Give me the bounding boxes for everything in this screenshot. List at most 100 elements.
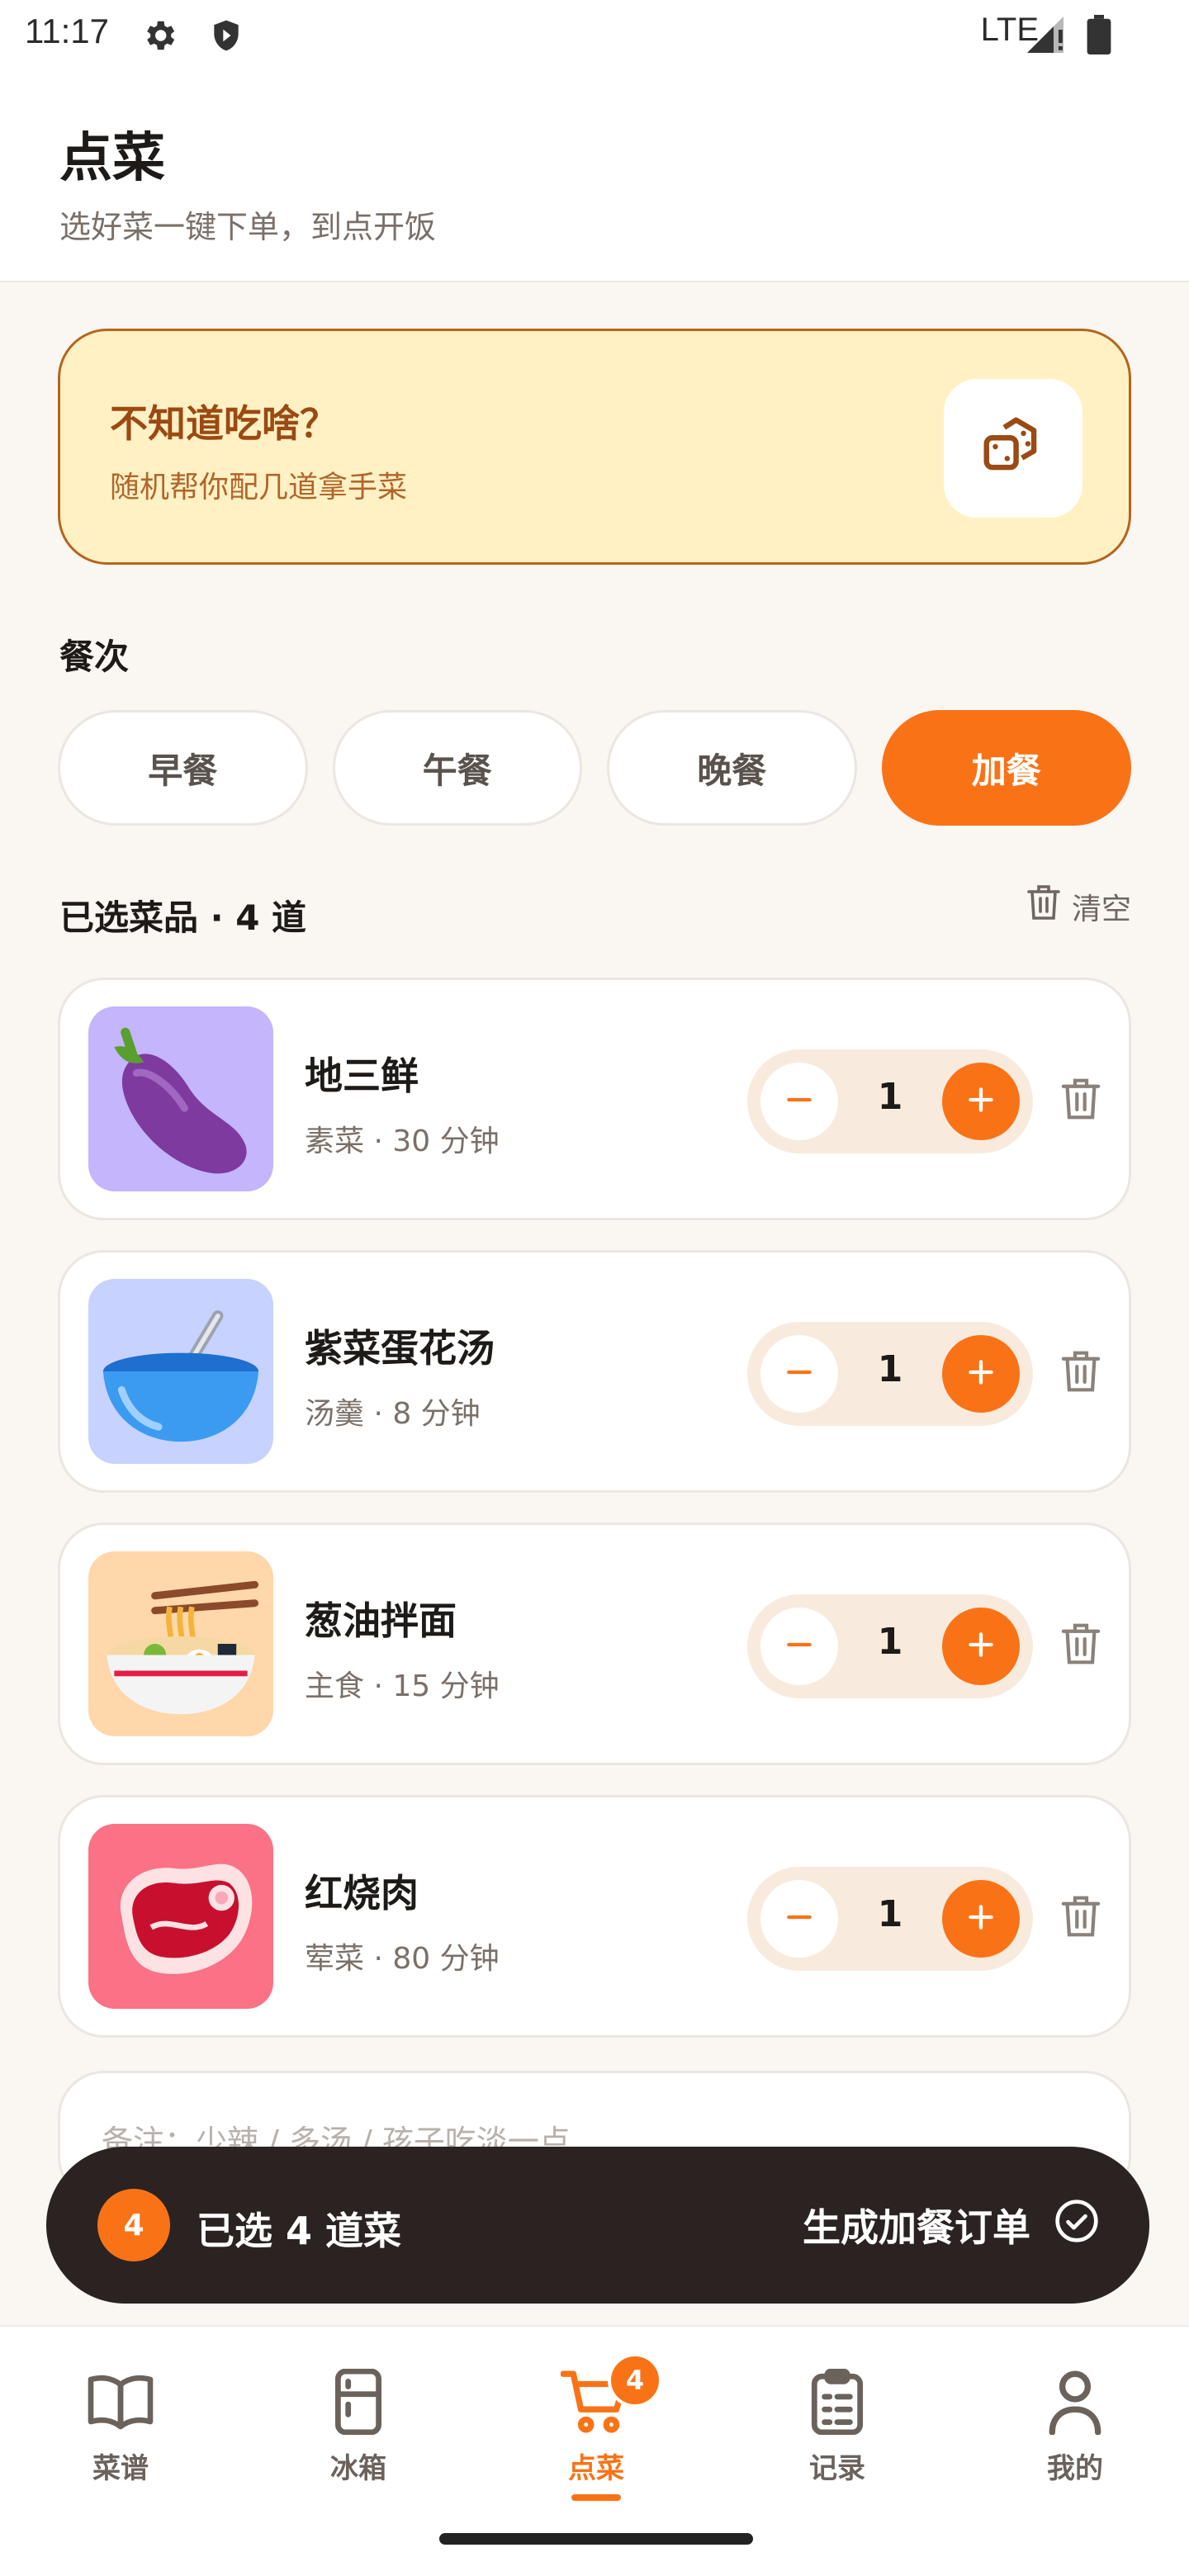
trash-icon [1061,1894,1101,1942]
meal-selector: 早餐 午餐 晚餐 加餐 [58,710,1131,826]
status-bar: 11:17 LTE [0,0,1189,69]
increase-button[interactable] [942,1880,1020,1958]
dish-meta: 主食 · 15 分钟 [305,1669,500,1703]
dish-card: 紫菜蛋花汤 汤羹 · 8 分钟 1 [58,1250,1131,1493]
dish-meta: 素菜 · 30 分钟 [305,1125,500,1158]
check-circle-icon [1054,2198,1100,2253]
meal-option-lunch[interactable]: 午餐 [332,710,582,826]
home-indicator[interactable] [439,2533,753,2545]
decrease-button[interactable] [760,1880,838,1958]
decrease-button[interactable] [760,1335,838,1413]
dish-name: 红烧肉 [305,1871,419,1915]
dish-thumbnail [88,1279,273,1464]
nav-label: 记录 [809,2452,865,2485]
nav-label: 点菜 [568,2452,624,2485]
status-time: 11:17 [25,12,109,50]
meal-option-breakfast[interactable]: 早餐 [58,710,308,826]
dish-thumbnail [88,1824,273,2009]
decrease-button[interactable] [760,1608,838,1685]
active-indicator [571,2494,621,2501]
nav-item-order[interactable]: 4 点菜 [505,2353,687,2501]
trash-icon [1061,1349,1101,1397]
random-suggestion-card[interactable]: 不知道吃啥？ 随机帮你配几道拿手菜 [58,329,1131,565]
fridge-icon [268,2365,449,2439]
plus-icon [966,1902,996,1935]
dish-card: 葱油拌面 主食 · 15 分钟 1 [58,1522,1131,1765]
remove-dish-button[interactable] [1056,1893,1106,1943]
increase-button[interactable] [942,1335,1020,1413]
dice-icon [978,411,1049,485]
clear-label: 清空 [1071,892,1131,926]
noodle-bowl-icon [88,1580,273,1736]
cart-icon: 4 [505,2353,687,2439]
page-title: 点菜 [59,128,165,189]
nav-label: 我的 [1047,2452,1103,2485]
battery-icon [1087,15,1111,58]
dish-meta: 荤菜 · 80 分钟 [305,1942,500,1976]
nav-label: 菜谱 [92,2452,149,2485]
selected-dishes-title: 已选菜品 · 4 道 [59,897,307,938]
quantity-value: 1 [877,1893,903,1935]
eggplant-icon [88,1027,273,1191]
page-header: 点菜 选好菜一键下单，到点开饭 [0,69,1189,282]
plus-icon [966,1357,996,1390]
quantity-stepper: 1 [747,1594,1033,1698]
order-bar: 4 已选 4 道菜 生成加餐订单 [46,2147,1149,2304]
plus-icon [966,1630,996,1663]
quantity-stepper: 1 [747,1322,1033,1426]
quantity-value: 1 [877,1348,903,1390]
meat-icon [88,1863,273,2009]
meal-option-snack[interactable]: 加餐 [881,710,1131,826]
dish-meta: 汤羹 · 8 分钟 [305,1397,481,1431]
clear-button[interactable]: 清空 [1027,883,1131,929]
remove-dish-button[interactable] [1056,1348,1106,1398]
meal-option-dinner[interactable]: 晚餐 [607,710,857,826]
page-subtitle: 选好菜一键下单，到点开饭 [59,209,437,245]
plus-icon [966,1085,996,1118]
nav-item-profile[interactable]: 我的 [984,2365,1166,2486]
book-icon [30,2365,211,2439]
nav-item-fridge[interactable]: 冰箱 [268,2365,449,2486]
trash-icon [1061,1622,1101,1669]
minus-icon [784,1630,814,1663]
increase-button[interactable] [942,1063,1020,1140]
nav-label: 冰箱 [330,2452,386,2485]
settings-gear-icon [140,17,178,58]
dish-name: 紫菜蛋花汤 [305,1326,495,1371]
user-icon [984,2365,1166,2439]
dish-thumbnail [88,1551,273,1736]
trash-icon [1027,883,1060,929]
clipboard-icon [746,2365,928,2439]
trash-icon [1061,1077,1101,1125]
soup-bowl-icon [88,1310,273,1464]
quantity-stepper: 1 [747,1049,1033,1153]
quantity-value: 1 [877,1621,903,1663]
generate-order-button[interactable]: 生成加餐订单 [803,2188,1100,2262]
shield-icon [208,17,244,58]
meal-section-label: 餐次 [59,637,130,677]
minus-icon [784,1902,814,1935]
random-card-title: 不知道吃啥？ [110,401,338,446]
signal-icon [1027,17,1067,56]
increase-button[interactable] [942,1608,1020,1685]
nav-item-records[interactable]: 记录 [746,2365,928,2486]
minus-icon [784,1357,814,1390]
dish-card: 地三鲜 素菜 · 30 分钟 1 [58,978,1131,1220]
decrease-button[interactable] [760,1063,838,1140]
cart-badge: 4 [608,2353,662,2408]
quantity-value: 1 [877,1076,903,1118]
nav-item-recipes[interactable]: 菜谱 [30,2365,211,2486]
dish-name: 地三鲜 [305,1054,419,1098]
generate-order-label: 生成加餐订单 [803,2205,1030,2250]
selected-count-badge: 4 [97,2189,170,2261]
minus-icon [784,1085,814,1118]
dish-card: 红烧肉 荤菜 · 80 分钟 1 [58,1795,1131,2038]
dish-name: 葱油拌面 [305,1598,457,1643]
order-summary: 已选 4 道菜 [197,2209,402,2253]
remove-dish-button[interactable] [1056,1076,1106,1125]
random-dice-button[interactable] [944,379,1082,518]
quantity-stepper: 1 [747,1867,1033,1971]
random-card-subtitle: 随机帮你配几道拿手菜 [110,471,408,504]
remove-dish-button[interactable] [1056,1621,1106,1670]
dish-thumbnail [88,1006,273,1191]
